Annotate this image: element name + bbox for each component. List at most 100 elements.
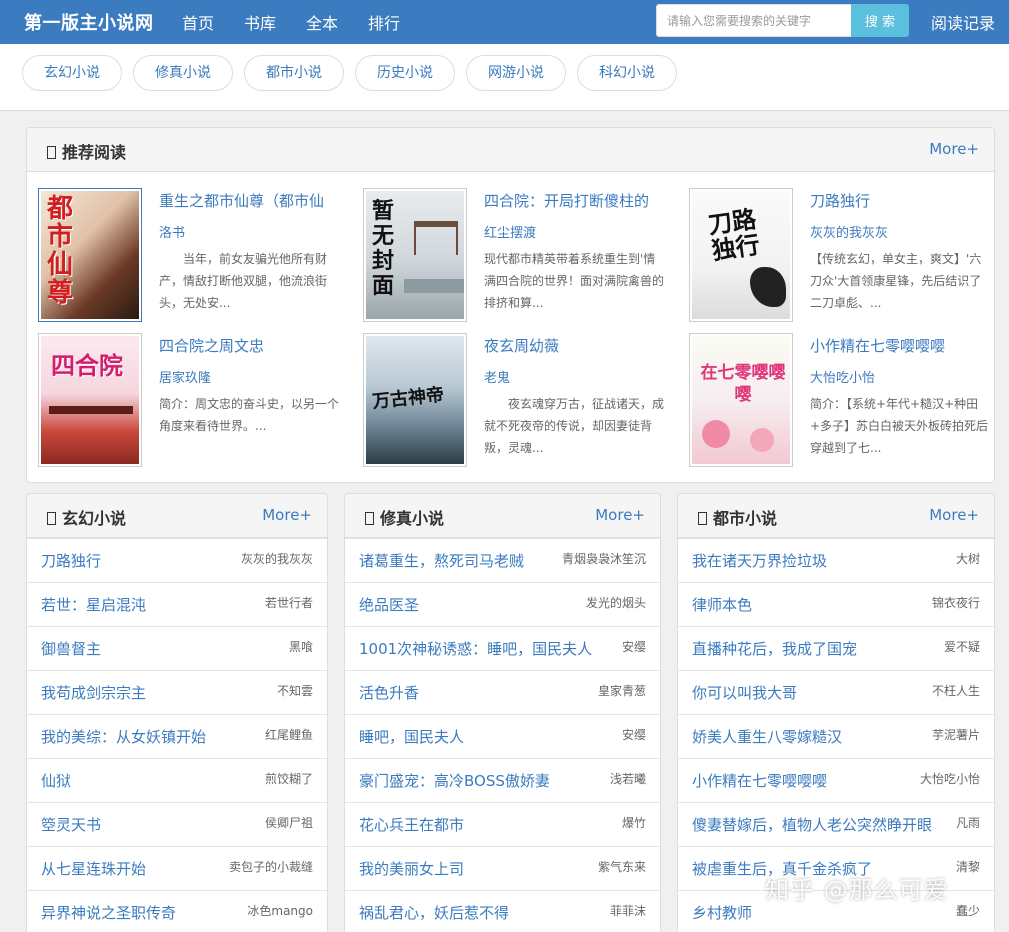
- list-item-author: 煎饺糊了: [262, 770, 313, 787]
- recommend-panel-header: 推荐阅读 More+: [27, 128, 994, 172]
- list-item-author: 青烟袅袅沐笙沉: [559, 550, 646, 567]
- book-title[interactable]: 夜玄周幼薇: [484, 335, 674, 356]
- book-cover[interactable]: 刀路独行: [689, 188, 793, 322]
- list-item-title[interactable]: 从七星连珠开始: [41, 858, 146, 879]
- list-item: 祸乱君心，妖后惹不得 菲菲沫: [345, 890, 660, 932]
- nav-home[interactable]: 首页: [182, 10, 214, 34]
- category-xiuzhen[interactable]: 修真小说: [133, 55, 233, 91]
- list-item-author: 安缨: [619, 726, 646, 743]
- list-item-title[interactable]: 律师本色: [692, 594, 752, 615]
- list-item-author: 发光的烟头: [583, 594, 646, 611]
- list-item: 从七星连珠开始 卖包子的小裁缝: [27, 846, 327, 890]
- list-item-title[interactable]: 箜灵天书: [41, 814, 101, 835]
- list-item-title[interactable]: 乡村教师: [692, 902, 752, 923]
- list-item-title[interactable]: 仙狱: [41, 770, 71, 791]
- list-panel-xiuzhen: 修真小说 More+ 诸葛重生，熬死司马老贼 青烟袅袅沐笙沉 绝品医圣 发光的烟头 10…: [344, 493, 661, 932]
- list-item-author: 灰灰的我灰灰: [238, 550, 313, 567]
- ink-figure-graphic: [750, 267, 786, 307]
- cover-art: 都市仙尊: [41, 191, 139, 319]
- list-item-author: 冰色mango: [245, 902, 313, 919]
- list-item-title[interactable]: 异界神说之圣职传奇: [41, 902, 176, 923]
- list-item-author: 浅若曦: [607, 770, 646, 787]
- list-item-title[interactable]: 活色升香: [359, 682, 419, 703]
- list-item-author: 黑喰: [286, 638, 313, 655]
- list-item: 诸葛重生，熬死司马老贼 青烟袅袅沐笙沉: [345, 538, 660, 582]
- pagoda-graphic: [414, 221, 458, 255]
- list-item: 我的美丽女上司 紫气东来: [345, 846, 660, 890]
- list-item-title[interactable]: 豪门盛宠：高冷BOSS傲娇妻: [359, 770, 550, 791]
- reading-history-link[interactable]: 阅读记录: [931, 10, 995, 34]
- book-cover[interactable]: 四合院: [38, 333, 142, 467]
- book-author[interactable]: 洛书: [159, 222, 185, 241]
- list-panel-title: 都市小说: [698, 505, 777, 529]
- list-item: 娇美人重生八零嫁糙汉 芋泥薯片: [678, 714, 994, 758]
- list-item: 绝品医圣 发光的烟头: [345, 582, 660, 626]
- list-item-title[interactable]: 若世：星启混沌: [41, 594, 146, 615]
- book-author[interactable]: 老鬼: [484, 367, 510, 386]
- list-item: 我在诸天万界捡垃圾 大树: [678, 538, 994, 582]
- list-item-title[interactable]: 御兽督主: [41, 638, 101, 659]
- list-item: 直播种花后，我成了国宠 爱不疑: [678, 626, 994, 670]
- book-cover[interactable]: 万古神帝: [363, 333, 467, 467]
- recommend-more-link[interactable]: More+: [929, 140, 979, 158]
- list-item-author: 大树: [953, 550, 980, 567]
- list-item-title[interactable]: 1001次神秘诱惑：睡吧，国民夫人: [359, 638, 592, 659]
- list-more-link[interactable]: More+: [262, 506, 312, 524]
- book-card: 在七零嘤嘤嘤 小作精在七零嘤嘤嘤 大怡吃小怡 简介：【系统+年代+糙汉+种田+多…: [689, 333, 994, 468]
- book-author[interactable]: 红尘摆渡: [484, 222, 536, 241]
- list-item-title[interactable]: 我的美综：从女妖镇开始: [41, 726, 206, 747]
- list-item-title[interactable]: 我在诸天万界捡垃圾: [692, 550, 827, 571]
- cover-art: 在七零嘤嘤嘤: [692, 336, 790, 464]
- nav-completed[interactable]: 全本: [306, 10, 338, 34]
- list-item-title[interactable]: 小作精在七零嘤嘤嘤: [692, 770, 827, 791]
- list-item: 豪门盛宠：高冷BOSS傲娇妻 浅若曦: [345, 758, 660, 802]
- list-item-title[interactable]: 诸葛重生，熬死司马老贼: [359, 550, 524, 571]
- category-xuanhuan[interactable]: 玄幻小说: [22, 55, 122, 91]
- category-dushi[interactable]: 都市小说: [244, 55, 344, 91]
- list-item-title[interactable]: 睡吧，国民夫人: [359, 726, 464, 747]
- book-author[interactable]: 大怡吃小怡: [810, 367, 875, 386]
- book-description: 简介：【系统+年代+糙汉+种田+多子】苏白白被天外板砖拍死后穿越到了七...: [810, 397, 989, 455]
- book-cover[interactable]: 暂无封面: [363, 188, 467, 322]
- book-title[interactable]: 四合院：开局打断傻柱的: [484, 190, 674, 211]
- book-title[interactable]: 刀路独行: [810, 190, 994, 211]
- book-title[interactable]: 重生之都市仙尊（都市仙: [159, 190, 349, 211]
- list-item-title[interactable]: 直播种花后，我成了国宠: [692, 638, 857, 659]
- list-item-author: 侯卿尸祖: [262, 814, 313, 831]
- category-kehuan[interactable]: 科幻小说: [577, 55, 677, 91]
- list-item-author: 不知雲: [274, 682, 313, 699]
- list-item-title[interactable]: 花心兵王在都市: [359, 814, 464, 835]
- search-input[interactable]: [656, 4, 852, 37]
- list-item-title[interactable]: 我的美丽女上司: [359, 858, 464, 879]
- list-panel-title: 玄幻小说: [47, 505, 126, 529]
- recommend-panel: 推荐阅读 More+ 都市仙尊 重生之都市仙尊（都市仙 洛书 当年，前女友骗光他…: [26, 127, 995, 483]
- list-item-title[interactable]: 娇美人重生八零嫁糙汉: [692, 726, 842, 747]
- list-item-title[interactable]: 刀路独行: [41, 550, 101, 571]
- watermark-text: 知乎 @那么可爱: [765, 876, 949, 904]
- book-author[interactable]: 居家玖隆: [159, 367, 211, 386]
- list-item-title[interactable]: 你可以叫我大哥: [692, 682, 797, 703]
- list-item-title[interactable]: 傻妻替嫁后，植物人老公突然睁开眼: [692, 814, 932, 835]
- book-cover[interactable]: 在七零嘤嘤嘤: [689, 333, 793, 467]
- list-item: 箜灵天书 侯卿尸祖: [27, 802, 327, 846]
- search-button[interactable]: 搜 索: [851, 4, 909, 37]
- category-wangyou[interactable]: 网游小说: [466, 55, 566, 91]
- nav-ranking[interactable]: 排行: [368, 10, 400, 34]
- book-cover[interactable]: 都市仙尊: [38, 188, 142, 322]
- list-item: 傻妻替嫁后，植物人老公突然睁开眼 凡雨: [678, 802, 994, 846]
- book-card: 万古神帝 夜玄周幼薇 老鬼 夜玄魂穿万古，征战诸天，成就不死夜帝的传说，却因妻徒…: [363, 333, 673, 468]
- list-item-title[interactable]: 祸乱君心，妖后惹不得: [359, 902, 509, 923]
- list-item: 仙狱 煎饺糊了: [27, 758, 327, 802]
- nav-library[interactable]: 书库: [244, 10, 276, 34]
- book-title[interactable]: 四合院之周文忠: [159, 335, 349, 356]
- list-item-title[interactable]: 绝品医圣: [359, 594, 419, 615]
- list-item-title[interactable]: 我苟成剑宗宗主: [41, 682, 146, 703]
- site-logo[interactable]: 第一版主小说网: [24, 9, 154, 35]
- book-author[interactable]: 灰灰的我灰灰: [810, 222, 888, 241]
- list-more-link[interactable]: More+: [595, 506, 645, 524]
- list-item-author: 芋泥薯片: [929, 726, 980, 743]
- bridge-graphic: [404, 279, 464, 293]
- category-lishi[interactable]: 历史小说: [355, 55, 455, 91]
- list-more-link[interactable]: More+: [929, 506, 979, 524]
- book-title[interactable]: 小作精在七零嘤嘤嘤: [810, 335, 994, 356]
